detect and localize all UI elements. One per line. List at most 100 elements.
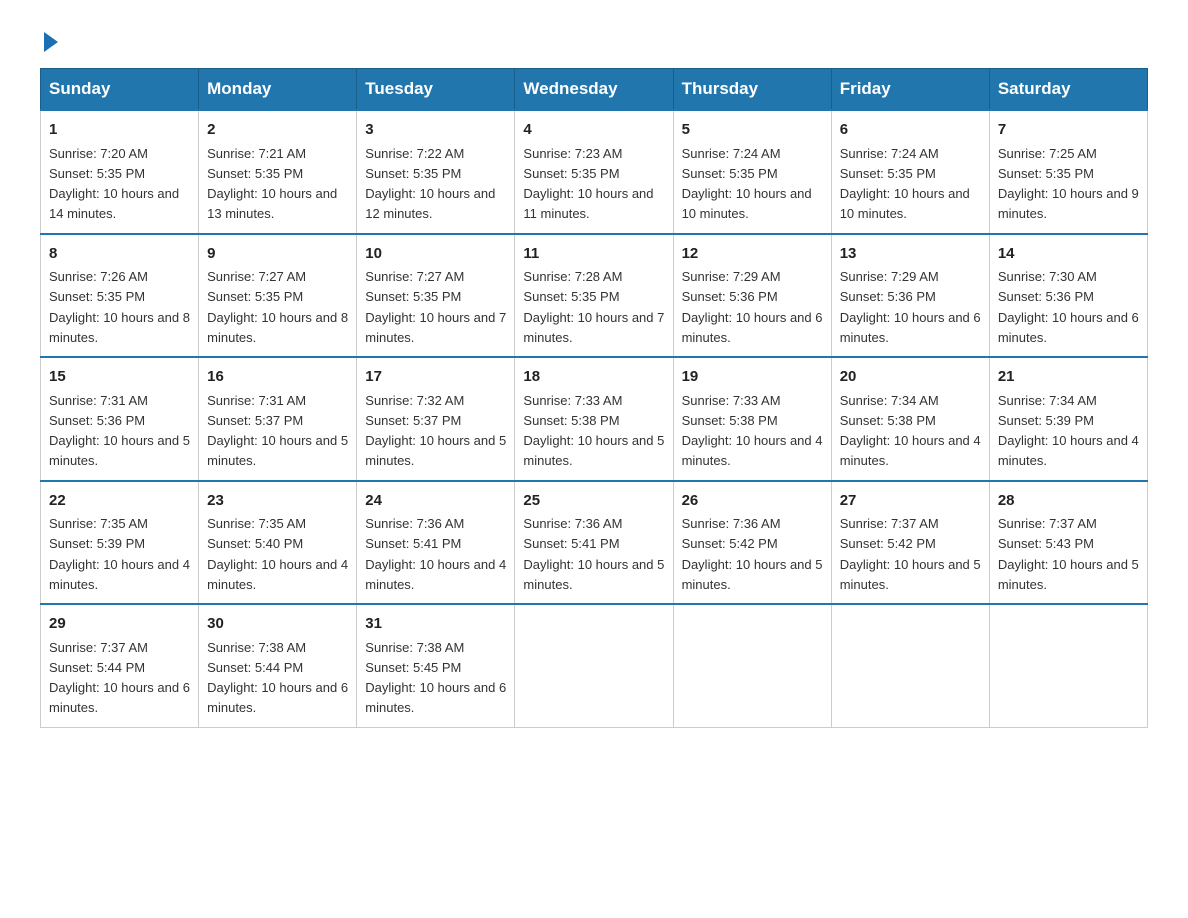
day-daylight: Daylight: 10 hours and 4 minutes.	[365, 557, 506, 592]
day-daylight: Daylight: 10 hours and 5 minutes.	[682, 557, 823, 592]
day-sunset: Sunset: 5:35 PM	[49, 289, 145, 304]
day-sunset: Sunset: 5:35 PM	[365, 289, 461, 304]
day-daylight: Daylight: 10 hours and 7 minutes.	[523, 310, 664, 345]
calendar-day-cell: 6 Sunrise: 7:24 AM Sunset: 5:35 PM Dayli…	[831, 110, 989, 234]
day-sunrise: Sunrise: 7:26 AM	[49, 269, 148, 284]
calendar-day-cell: 29 Sunrise: 7:37 AM Sunset: 5:44 PM Dayl…	[41, 604, 199, 727]
calendar-week-row: 8 Sunrise: 7:26 AM Sunset: 5:35 PM Dayli…	[41, 234, 1148, 358]
day-of-week-header: Monday	[199, 69, 357, 111]
day-daylight: Daylight: 10 hours and 4 minutes.	[207, 557, 348, 592]
day-sunset: Sunset: 5:38 PM	[840, 413, 936, 428]
day-sunrise: Sunrise: 7:20 AM	[49, 146, 148, 161]
day-number: 8	[49, 243, 190, 266]
calendar-day-cell: 9 Sunrise: 7:27 AM Sunset: 5:35 PM Dayli…	[199, 234, 357, 358]
day-number: 15	[49, 366, 190, 389]
day-sunset: Sunset: 5:42 PM	[682, 536, 778, 551]
calendar-day-cell: 27 Sunrise: 7:37 AM Sunset: 5:42 PM Dayl…	[831, 481, 989, 605]
day-sunset: Sunset: 5:36 PM	[682, 289, 778, 304]
calendar-day-cell: 23 Sunrise: 7:35 AM Sunset: 5:40 PM Dayl…	[199, 481, 357, 605]
day-sunset: Sunset: 5:41 PM	[523, 536, 619, 551]
day-daylight: Daylight: 10 hours and 11 minutes.	[523, 186, 653, 221]
calendar-day-cell: 28 Sunrise: 7:37 AM Sunset: 5:43 PM Dayl…	[989, 481, 1147, 605]
day-sunrise: Sunrise: 7:37 AM	[840, 516, 939, 531]
day-sunrise: Sunrise: 7:36 AM	[365, 516, 464, 531]
calendar-week-row: 15 Sunrise: 7:31 AM Sunset: 5:36 PM Dayl…	[41, 357, 1148, 481]
day-sunrise: Sunrise: 7:35 AM	[49, 516, 148, 531]
calendar-day-cell: 5 Sunrise: 7:24 AM Sunset: 5:35 PM Dayli…	[673, 110, 831, 234]
day-sunrise: Sunrise: 7:29 AM	[682, 269, 781, 284]
calendar-day-cell: 12 Sunrise: 7:29 AM Sunset: 5:36 PM Dayl…	[673, 234, 831, 358]
day-number: 21	[998, 366, 1139, 389]
day-number: 17	[365, 366, 506, 389]
day-of-week-header: Sunday	[41, 69, 199, 111]
day-daylight: Daylight: 10 hours and 10 minutes.	[682, 186, 812, 221]
day-sunrise: Sunrise: 7:32 AM	[365, 393, 464, 408]
calendar-day-cell: 1 Sunrise: 7:20 AM Sunset: 5:35 PM Dayli…	[41, 110, 199, 234]
day-sunrise: Sunrise: 7:22 AM	[365, 146, 464, 161]
day-number: 13	[840, 243, 981, 266]
day-sunrise: Sunrise: 7:38 AM	[207, 640, 306, 655]
day-number: 11	[523, 243, 664, 266]
calendar-day-cell: 26 Sunrise: 7:36 AM Sunset: 5:42 PM Dayl…	[673, 481, 831, 605]
day-sunrise: Sunrise: 7:31 AM	[49, 393, 148, 408]
calendar-day-cell: 16 Sunrise: 7:31 AM Sunset: 5:37 PM Dayl…	[199, 357, 357, 481]
day-sunrise: Sunrise: 7:36 AM	[523, 516, 622, 531]
day-sunrise: Sunrise: 7:33 AM	[682, 393, 781, 408]
calendar-week-row: 1 Sunrise: 7:20 AM Sunset: 5:35 PM Dayli…	[41, 110, 1148, 234]
day-of-week-header: Friday	[831, 69, 989, 111]
day-sunset: Sunset: 5:44 PM	[207, 660, 303, 675]
day-sunrise: Sunrise: 7:30 AM	[998, 269, 1097, 284]
day-daylight: Daylight: 10 hours and 13 minutes.	[207, 186, 337, 221]
logo	[40, 30, 58, 48]
calendar-day-cell: 14 Sunrise: 7:30 AM Sunset: 5:36 PM Dayl…	[989, 234, 1147, 358]
day-sunrise: Sunrise: 7:37 AM	[998, 516, 1097, 531]
day-daylight: Daylight: 10 hours and 6 minutes.	[682, 310, 823, 345]
day-number: 26	[682, 490, 823, 513]
calendar-day-cell: 24 Sunrise: 7:36 AM Sunset: 5:41 PM Dayl…	[357, 481, 515, 605]
day-sunrise: Sunrise: 7:33 AM	[523, 393, 622, 408]
day-number: 4	[523, 119, 664, 142]
logo-arrow-icon	[44, 32, 58, 52]
calendar-day-cell	[831, 604, 989, 727]
calendar-day-cell: 18 Sunrise: 7:33 AM Sunset: 5:38 PM Dayl…	[515, 357, 673, 481]
day-number: 28	[998, 490, 1139, 513]
day-number: 9	[207, 243, 348, 266]
page-header	[40, 30, 1148, 48]
day-sunset: Sunset: 5:35 PM	[365, 166, 461, 181]
calendar-day-cell: 22 Sunrise: 7:35 AM Sunset: 5:39 PM Dayl…	[41, 481, 199, 605]
day-sunset: Sunset: 5:35 PM	[840, 166, 936, 181]
day-sunset: Sunset: 5:36 PM	[840, 289, 936, 304]
calendar-day-cell: 7 Sunrise: 7:25 AM Sunset: 5:35 PM Dayli…	[989, 110, 1147, 234]
day-of-week-header: Wednesday	[515, 69, 673, 111]
day-number: 22	[49, 490, 190, 513]
day-number: 5	[682, 119, 823, 142]
day-sunset: Sunset: 5:45 PM	[365, 660, 461, 675]
day-daylight: Daylight: 10 hours and 6 minutes.	[998, 310, 1139, 345]
day-sunrise: Sunrise: 7:21 AM	[207, 146, 306, 161]
day-sunrise: Sunrise: 7:29 AM	[840, 269, 939, 284]
calendar-day-cell: 4 Sunrise: 7:23 AM Sunset: 5:35 PM Dayli…	[515, 110, 673, 234]
day-number: 7	[998, 119, 1139, 142]
day-daylight: Daylight: 10 hours and 5 minutes.	[49, 433, 190, 468]
day-daylight: Daylight: 10 hours and 4 minutes.	[682, 433, 823, 468]
day-sunset: Sunset: 5:35 PM	[998, 166, 1094, 181]
day-number: 10	[365, 243, 506, 266]
day-number: 25	[523, 490, 664, 513]
day-daylight: Daylight: 10 hours and 6 minutes.	[207, 680, 348, 715]
day-sunset: Sunset: 5:35 PM	[49, 166, 145, 181]
day-daylight: Daylight: 10 hours and 10 minutes.	[840, 186, 970, 221]
day-sunset: Sunset: 5:35 PM	[523, 166, 619, 181]
day-daylight: Daylight: 10 hours and 4 minutes.	[998, 433, 1139, 468]
day-daylight: Daylight: 10 hours and 6 minutes.	[365, 680, 506, 715]
calendar-day-cell: 3 Sunrise: 7:22 AM Sunset: 5:35 PM Dayli…	[357, 110, 515, 234]
calendar-day-cell: 2 Sunrise: 7:21 AM Sunset: 5:35 PM Dayli…	[199, 110, 357, 234]
calendar-day-cell: 11 Sunrise: 7:28 AM Sunset: 5:35 PM Dayl…	[515, 234, 673, 358]
day-number: 29	[49, 613, 190, 636]
calendar-week-row: 29 Sunrise: 7:37 AM Sunset: 5:44 PM Dayl…	[41, 604, 1148, 727]
day-sunset: Sunset: 5:39 PM	[49, 536, 145, 551]
day-number: 24	[365, 490, 506, 513]
day-sunset: Sunset: 5:44 PM	[49, 660, 145, 675]
day-number: 12	[682, 243, 823, 266]
day-sunrise: Sunrise: 7:28 AM	[523, 269, 622, 284]
day-sunset: Sunset: 5:37 PM	[207, 413, 303, 428]
